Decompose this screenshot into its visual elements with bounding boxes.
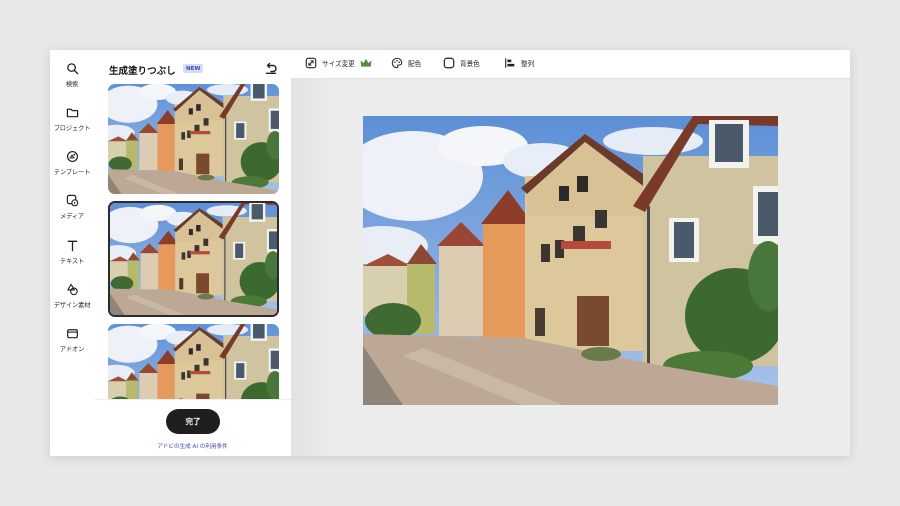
panel-footer: 完了 アドビの生成 AI の利用条件 bbox=[94, 399, 291, 456]
toolbar-label-align: 整列 bbox=[521, 60, 535, 68]
street-photo bbox=[363, 116, 778, 405]
toolbar-label-color-scheme: 配色 bbox=[408, 60, 422, 68]
canvas-shadow bbox=[291, 79, 331, 456]
align-icon bbox=[505, 58, 515, 68]
generative-fill-panel: 生成塗りつぶし NEW 完了 アドビの生成 AI の利用条件 bbox=[94, 50, 291, 456]
canvas[interactable] bbox=[291, 79, 850, 456]
rail-label-templates: テンプレート bbox=[53, 169, 91, 176]
rail-label-projects: プロジェクト bbox=[53, 125, 91, 132]
panel-header: 生成塗りつぶし NEW bbox=[94, 50, 291, 84]
folder-icon bbox=[66, 108, 78, 118]
rail-label-media: メディア bbox=[60, 213, 84, 220]
rail-label-text: テキスト bbox=[59, 258, 85, 265]
result-image-3 bbox=[108, 324, 279, 399]
rail-item-text[interactable]: テキスト bbox=[50, 239, 94, 265]
template-icon bbox=[66, 150, 78, 163]
rail-item-search[interactable]: 検索 bbox=[50, 62, 94, 88]
rail-item-projects[interactable]: プロジェクト bbox=[50, 106, 94, 132]
rail-item-addons[interactable]: アドオン bbox=[50, 327, 94, 353]
result-thumbnail-2[interactable] bbox=[108, 201, 279, 317]
shapes-icon bbox=[66, 283, 78, 296]
result-image-2 bbox=[110, 203, 277, 315]
palette-icon bbox=[391, 57, 403, 69]
panel-title: 生成塗りつぶし bbox=[109, 66, 176, 77]
terms-link[interactable]: アドビの生成 AI の利用条件 bbox=[94, 442, 291, 450]
toolbar-align[interactable]: 整列 bbox=[504, 57, 534, 69]
toolbar-label-resize: サイズ変更 bbox=[322, 60, 355, 68]
app-window: 検索 プロジェクト テンプレート メディア テキスト デザイン素材 アドオン 生… bbox=[50, 50, 850, 456]
rail-label-addons: アドオン bbox=[59, 346, 85, 353]
toolbar-color-scheme[interactable]: 配色 bbox=[391, 57, 421, 69]
addon-icon bbox=[66, 329, 78, 339]
rail-item-media[interactable]: メディア bbox=[50, 194, 94, 220]
toolbar-resize[interactable]: サイズ変更 bbox=[305, 57, 372, 69]
main-area: サイズ変更 配色 背景色 整列 bbox=[291, 50, 850, 456]
rail-item-design-elements[interactable]: デザイン素材 bbox=[50, 283, 94, 309]
toolbar-label-background-color: 背景色 bbox=[460, 60, 480, 68]
result-image-1 bbox=[108, 84, 279, 194]
text-icon bbox=[67, 240, 77, 252]
canvas-image[interactable] bbox=[363, 116, 778, 405]
background-color-icon bbox=[443, 57, 455, 69]
undo-icon[interactable] bbox=[264, 61, 278, 75]
left-rail: 検索 プロジェクト テンプレート メディア テキスト デザイン素材 アドオン bbox=[50, 50, 94, 456]
done-button[interactable]: 完了 bbox=[166, 409, 220, 434]
rail-label-search: 検索 bbox=[65, 81, 79, 88]
new-badge: NEW bbox=[183, 64, 204, 73]
rail-item-templates[interactable]: テンプレート bbox=[50, 150, 94, 176]
toolbar: サイズ変更 配色 背景色 整列 bbox=[291, 50, 850, 79]
rail-label-design-elements: デザイン素材 bbox=[53, 302, 91, 309]
result-thumbnail-1[interactable] bbox=[108, 84, 279, 194]
premium-crown-icon bbox=[360, 58, 372, 67]
resize-icon bbox=[305, 57, 317, 69]
result-thumbnail-3[interactable] bbox=[108, 324, 279, 399]
search-icon bbox=[66, 63, 78, 75]
results-list bbox=[108, 84, 279, 399]
media-icon bbox=[66, 194, 78, 207]
toolbar-background-color[interactable]: 背景色 bbox=[443, 57, 480, 69]
